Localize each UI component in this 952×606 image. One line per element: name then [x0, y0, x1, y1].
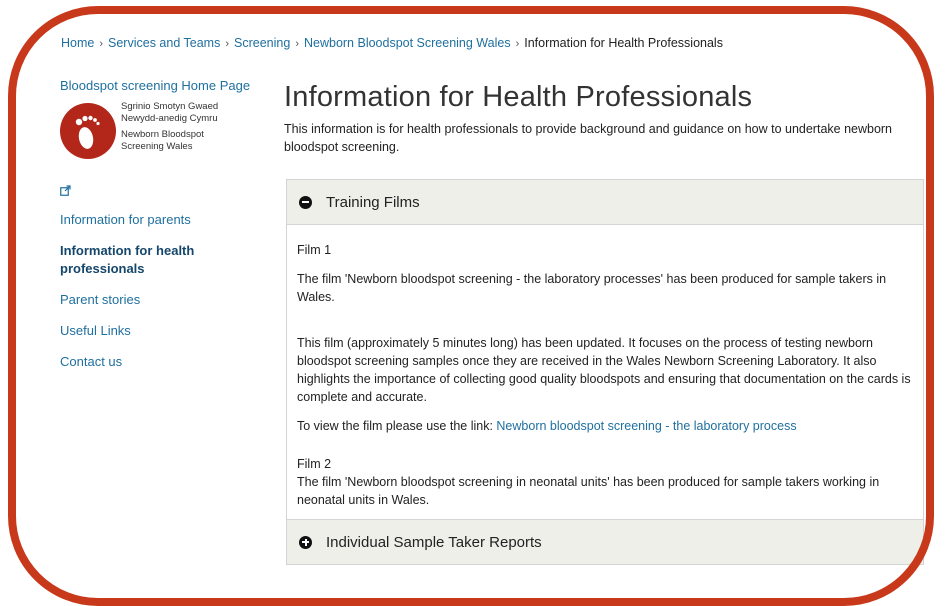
sidebar-item-health-professionals[interactable]: Information for health professionals	[60, 242, 210, 278]
breadcrumb-separator: ›	[295, 38, 299, 50]
main-content: Information for Health Professionals Thi…	[284, 80, 924, 156]
plus-circle-icon	[299, 535, 312, 549]
logo-english-line1: Newborn Bloodspot	[121, 129, 204, 140]
sidebar-item-parent-stories[interactable]: Parent stories	[60, 291, 260, 309]
accordion: Training Films Film 1 The film 'Newborn …	[286, 179, 924, 565]
sidebar-item-contact-us[interactable]: Contact us	[60, 353, 260, 371]
breadcrumb: Home › Services and Teams › Screening › Newbor…	[61, 36, 723, 50]
logo-english-line2: Screening Wales	[121, 140, 193, 152]
accordion-label: Individual Sample Taker Reports	[326, 533, 542, 551]
breadcrumb-current: Information for Health Professionals	[524, 36, 723, 50]
sidebar-home-link[interactable]: Bloodspot screening Home Page	[60, 78, 260, 93]
sidebar-nav: Information for parents Information for …	[60, 211, 260, 371]
accordion-label: Training Films	[326, 193, 420, 211]
sidebar-item-parents[interactable]: Information for parents	[60, 211, 260, 229]
breadcrumb-newborn[interactable]: Newborn Bloodspot Screening Wales	[304, 36, 511, 50]
page-intro: This information is for health professio…	[284, 122, 893, 154]
sidebar-item-useful-links[interactable]: Useful Links	[60, 322, 260, 340]
link-prefix: To view the film please use the link:	[297, 419, 497, 433]
logo-text: Sgrinio Smotyn Gwaed Newydd-anedig Cymru…	[121, 101, 241, 152]
film2-description: The film 'Newborn bloodspot screening in…	[297, 475, 880, 507]
breadcrumb-home[interactable]: Home	[61, 36, 94, 50]
logo[interactable]: Sgrinio Smotyn Gwaed Newydd-anedig Cymru…	[60, 101, 260, 179]
logo-welsh-line2: Newydd-anedig Cymru	[121, 112, 218, 124]
breadcrumb-separator: ›	[225, 38, 230, 50]
page: Home › Services and Teams › Screening › Newbor…	[0, 0, 952, 566]
external-link-icon[interactable]	[60, 185, 260, 199]
logo-welsh-line1: Sgrinio Smotyn Gwaed	[121, 101, 219, 112]
accordion-header-sample-taker-reports[interactable]: Individual Sample Taker Reports	[287, 519, 923, 564]
film1-description: The film 'Newborn bloodspot screening - …	[297, 272, 887, 304]
film1-link[interactable]: Newborn bloodspot screening - the labora…	[496, 419, 796, 433]
accordion-body-training-films: Film 1 The film 'Newborn bloodspot scree…	[287, 225, 923, 519]
minus-circle-icon	[299, 195, 312, 209]
footprint-logo-icon	[60, 103, 116, 159]
page-title: Information for Health Professionals	[284, 81, 753, 113]
breadcrumb-services[interactable]: Services and Teams	[108, 36, 220, 50]
breadcrumb-separator: ›	[515, 38, 520, 50]
sidebar: Bloodspot screening Home Page Sgrinio Sm…	[60, 78, 260, 371]
film1-heading: Film 1	[297, 243, 332, 257]
breadcrumb-separator: ›	[99, 38, 104, 50]
film2-heading: Film 2	[297, 457, 332, 471]
film1-link-paragraph: To view the film please use the link: Ne…	[297, 417, 911, 435]
breadcrumb-screening[interactable]: Screening	[234, 36, 290, 50]
accordion-header-training-films[interactable]: Training Films	[287, 180, 923, 225]
film1-details: This film (approximately 5 minutes long)…	[297, 336, 911, 404]
